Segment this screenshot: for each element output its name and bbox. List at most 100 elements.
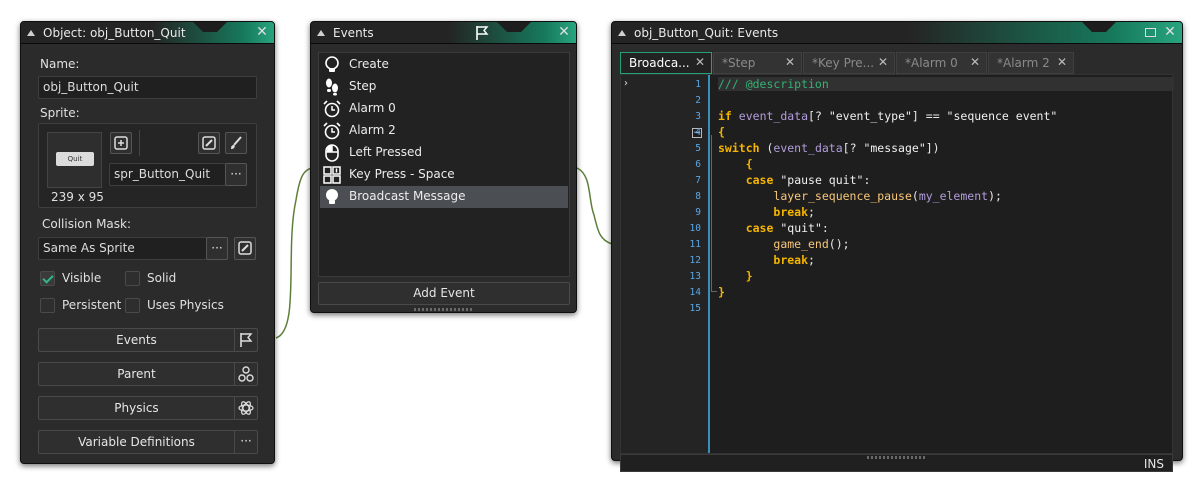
events-button[interactable]: Events (38, 328, 235, 352)
new-sprite-button[interactable] (110, 132, 132, 154)
alarm-clock-icon (323, 122, 341, 140)
event-item-alarm-2[interactable]: Alarm 2 (320, 120, 568, 142)
mouse-icon (325, 144, 339, 162)
tab-alarm-0[interactable]: *Alarm 0 ✕ (896, 52, 987, 74)
close-tab-icon[interactable]: ✕ (970, 55, 980, 69)
edit-sprite-button[interactable] (198, 132, 220, 154)
line-number: 5 (695, 143, 701, 154)
visible-checkbox[interactable] (40, 271, 55, 286)
tab-step[interactable]: *Step ✕ (713, 52, 802, 74)
tab-label: *Alarm 0 (905, 56, 958, 70)
event-item-label: Create (349, 57, 389, 71)
tab-label: *Key Pre... (812, 56, 875, 70)
code-window-titlebar[interactable]: obj_Button_Quit: Events ✕ (612, 22, 1182, 44)
collapse-icon[interactable] (618, 30, 626, 36)
code-line-1: /// @description (718, 77, 829, 91)
code-line-8: layer_sequence_pause(my_element); (773, 189, 1002, 203)
sprite-label: Sprite: (40, 106, 80, 120)
events-flag-button[interactable] (234, 328, 258, 352)
event-item-label: Key Press - Space (349, 167, 455, 181)
flag-icon (240, 333, 253, 347)
line-number: 1 (695, 79, 701, 90)
event-item-key-press-space[interactable]: Key Press - Space (320, 164, 568, 186)
close-tab-icon[interactable]: ✕ (1057, 55, 1067, 69)
line-number: 4 (695, 127, 701, 138)
persistent-label: Persistent (62, 298, 122, 312)
solid-checkbox[interactable] (125, 271, 140, 286)
events-window: Events ✕ Create Step Alarm 0 Alarm 2 Lef… (310, 21, 577, 313)
sprite-name-field[interactable]: spr_Button_Quit (109, 163, 226, 186)
resize-grip[interactable] (867, 456, 927, 459)
flag-icon (476, 26, 489, 40)
close-tab-icon[interactable]: ✕ (878, 55, 888, 69)
line-number: 9 (695, 207, 701, 218)
code-line-4: { (718, 125, 725, 139)
footsteps-icon (326, 78, 338, 96)
tab-key-press[interactable]: *Key Pre... ✕ (803, 52, 895, 74)
parent-button[interactable]: Parent (38, 362, 235, 386)
name-field[interactable]: obj_Button_Quit (38, 76, 257, 99)
sprite-thumbnail-text: Quit (56, 152, 94, 166)
close-icon[interactable]: ✕ (254, 24, 270, 40)
add-event-button[interactable]: Add Event (318, 282, 570, 305)
variable-definitions-more-button[interactable]: ··· (234, 430, 258, 454)
uses-physics-label: Uses Physics (147, 298, 224, 312)
close-icon[interactable]: ✕ (1162, 24, 1178, 40)
object-window: Object: obj_Button_Quit ✕ Name: obj_Butt… (20, 21, 275, 464)
brush-icon (231, 136, 242, 149)
sprite-browse-button[interactable]: ··· (225, 163, 247, 186)
collapse-icon[interactable] (317, 30, 325, 36)
tab-label: *Step (722, 56, 756, 70)
collision-mask-edit-button[interactable] (234, 237, 256, 260)
paint-sprite-button[interactable] (225, 132, 247, 154)
event-item-broadcast-message[interactable]: Broadcast Message (320, 186, 568, 208)
event-item-label: Broadcast Message (349, 189, 466, 203)
resize-grip[interactable] (413, 308, 474, 311)
code-line-5: switch (event_data[? "message"]) (718, 141, 940, 155)
sprite-panel: Quit 239 x 95 spr_Button_Quit ··· (38, 123, 257, 208)
maximize-icon[interactable] (1145, 28, 1156, 37)
collision-mask-label: Collision Mask: (42, 217, 132, 231)
collision-mask-field[interactable]: Same As Sprite (38, 237, 207, 260)
object-window-title: Object: obj_Button_Quit (43, 26, 186, 40)
lightbulb-icon (325, 56, 339, 72)
physics-button-row: Physics (38, 396, 258, 420)
event-item-label: Alarm 2 (349, 123, 396, 137)
parent-button-row: Parent (38, 362, 258, 386)
code-editor[interactable]: › − 1 2 3 4 5 6 7 8 9 10 11 12 13 14 15 /// @descripti… (620, 74, 1174, 454)
lightbulb-icon (326, 189, 338, 204)
persistent-checkbox[interactable] (40, 298, 55, 313)
object-window-titlebar[interactable]: Object: obj_Button_Quit ✕ (21, 22, 274, 44)
event-item-left-pressed[interactable]: Left Pressed (320, 142, 568, 164)
line-number: 14 (689, 287, 701, 298)
code-line-12: break; (773, 253, 815, 267)
code-window: obj_Button_Quit: Events ✕ Broadca... ✕ *S… (611, 21, 1183, 472)
solid-label: Solid (147, 271, 177, 285)
collapse-icon[interactable] (27, 30, 35, 36)
event-item-label: Step (349, 79, 377, 93)
keyboard-icon (323, 166, 341, 184)
close-tab-icon[interactable]: ✕ (785, 55, 795, 69)
physics-button[interactable]: Physics (38, 396, 235, 420)
event-item-step[interactable]: Step (320, 76, 568, 98)
tab-alarm-2[interactable]: *Alarm 2 ✕ (988, 52, 1074, 74)
code-line-14: } (718, 285, 725, 299)
events-window-titlebar[interactable]: Events ✕ (311, 22, 576, 44)
physics-icon-button[interactable] (234, 396, 258, 420)
event-item-create[interactable]: Create (320, 54, 568, 76)
code-line-11: game_end(); (773, 237, 850, 251)
tab-broadcast[interactable]: Broadca... ✕ (620, 52, 712, 74)
event-item-alarm-0[interactable]: Alarm 0 (320, 98, 568, 120)
code-line-13: } (745, 269, 753, 283)
sprite-thumbnail[interactable]: Quit (47, 132, 102, 188)
variable-definitions-row: Variable Definitions ··· (38, 430, 258, 454)
current-line-marker-icon: › (624, 78, 628, 89)
hierarchy-icon (238, 366, 254, 382)
line-number: 11 (689, 239, 701, 250)
close-icon[interactable]: ✕ (556, 24, 572, 40)
uses-physics-checkbox[interactable] (125, 298, 140, 313)
close-tab-icon[interactable]: ✕ (695, 55, 705, 69)
parent-icon-button[interactable] (234, 362, 258, 386)
variable-definitions-button[interactable]: Variable Definitions (38, 430, 235, 454)
collision-mask-browse-button[interactable]: ··· (206, 237, 228, 260)
